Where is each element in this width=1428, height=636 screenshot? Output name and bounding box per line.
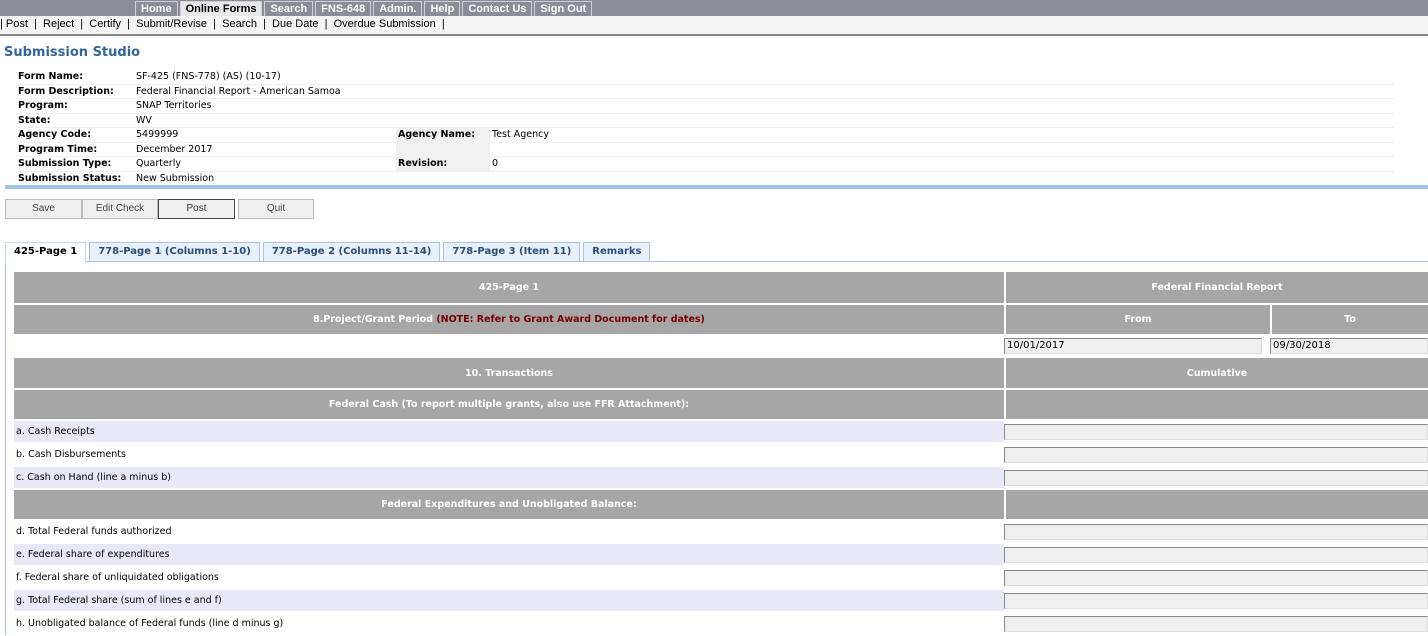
label: Submission Type:: [16, 156, 134, 172]
post-button[interactable]: Post: [158, 199, 235, 219]
row-label: h. Unobligated balance of Federal funds …: [16, 618, 284, 629]
row-label: f. Federal share of unliquidated obligat…: [16, 572, 219, 583]
save-button[interactable]: Save: [5, 199, 82, 219]
sub-nav[interactable]: | Post | Reject | Certify | Submit/Revis…: [0, 16, 1428, 36]
to-header: To: [1270, 305, 1428, 334]
tab-778-page-2[interactable]: 778-Page 2 (Columns 11-14): [262, 242, 441, 261]
unobligated-balance-input[interactable]: [1004, 615, 1428, 632]
nav-home[interactable]: Home: [135, 1, 178, 16]
from-date-input[interactable]: 10/01/2017: [1004, 338, 1262, 354]
label: Revision:: [396, 156, 490, 172]
cash-receipts-input[interactable]: [1004, 423, 1428, 440]
edit-check-button[interactable]: Edit Check: [82, 199, 158, 219]
label: Program Time:: [16, 142, 134, 157]
value: Federal Financial Report - American Samo…: [134, 84, 396, 99]
value: Quarterly: [134, 156, 396, 172]
share-expenditures-input[interactable]: [1004, 546, 1428, 563]
exp-section-header: Federal Expenditures and Unobligated Bal…: [14, 490, 1004, 519]
value: WV: [134, 113, 396, 128]
transactions-header: 10. Transactions: [14, 358, 1004, 388]
total-federal-share-input[interactable]: [1004, 592, 1428, 609]
row-label: e. Federal share of expenditures: [14, 544, 1004, 565]
tab-bar: 425-Page 1 778-Page 1 (Columns 1-10) 778…: [5, 242, 653, 263]
period-note: (NOTE: Refer to Grant Award Document for…: [436, 314, 705, 325]
tab-remarks[interactable]: Remarks: [583, 242, 651, 261]
tab-778-page-3[interactable]: 778-Page 3 (Item 11): [443, 242, 581, 261]
page-title: Submission Studio: [4, 45, 141, 60]
period-header: 8.Project/Grant Period (NOTE: Refer to G…: [14, 305, 1004, 334]
page-header: 425-Page 1: [14, 272, 1004, 303]
form-grid: 425-Page 1 Federal Financial Report 8.Pro…: [14, 270, 1428, 636]
submission-info: Form Name: SF-425 (FNS-778) (AS) (10-17) …: [16, 70, 1394, 186]
nav-admin[interactable]: Admin.: [373, 1, 423, 16]
unliquidated-obligations-input[interactable]: [1004, 569, 1428, 586]
label: Agency Name:: [396, 127, 490, 143]
nav-help[interactable]: Help: [424, 1, 461, 16]
value: SF-425 (FNS-778) (AS) (10-17): [134, 70, 396, 85]
report-header: Federal Financial Report: [1004, 272, 1428, 303]
value: New Submission: [134, 171, 396, 186]
funds-authorized-input[interactable]: [1004, 523, 1428, 540]
cash-disbursements-input[interactable]: [1004, 446, 1428, 463]
tab-778-page-1[interactable]: 778-Page 1 (Columns 1-10): [89, 242, 260, 261]
row-label: b. Cash Disbursements: [16, 449, 126, 460]
label: Form Name:: [16, 70, 134, 85]
label: Program:: [16, 98, 134, 114]
period-label: 8.Project/Grant Period: [313, 314, 433, 325]
row-label: g. Total Federal share (sum of lines e a…: [14, 590, 1004, 611]
value: 5499999: [134, 127, 396, 143]
tab-425-page-1[interactable]: 425-Page 1: [5, 242, 87, 263]
value: Test Agency: [490, 127, 1394, 143]
quit-button[interactable]: Quit: [238, 199, 314, 219]
row-label: c. Cash on Hand (line a minus b): [14, 467, 1004, 488]
label: Submission Status:: [16, 171, 134, 186]
top-nav: Home Online Forms Search FNS-648 Admin. …: [0, 0, 1428, 16]
row-label: a. Cash Receipts: [14, 421, 1004, 442]
value: December 2017: [134, 142, 396, 157]
value: 0: [490, 156, 1394, 172]
label: State:: [16, 113, 134, 128]
nav-search[interactable]: Search: [264, 1, 314, 16]
row-label: d. Total Federal funds authorized: [16, 526, 172, 537]
cumulative-header: Cumulative: [1004, 358, 1428, 388]
nav-fns-648[interactable]: FNS-648: [315, 1, 372, 16]
value: SNAP Territories: [134, 98, 396, 114]
nav-sign-out[interactable]: Sign Out: [534, 1, 593, 16]
from-header: From: [1004, 305, 1270, 334]
nav-online-forms[interactable]: Online Forms: [179, 1, 263, 16]
cash-section-header: Federal Cash (To report multiple grants,…: [14, 390, 1004, 419]
label: Form Description:: [16, 84, 134, 99]
divider: [5, 185, 1428, 189]
to-date-input[interactable]: 09/30/2018: [1270, 338, 1428, 354]
cash-on-hand-input[interactable]: [1004, 469, 1428, 486]
label: Agency Code:: [16, 127, 134, 143]
nav-contact-us[interactable]: Contact Us: [462, 1, 533, 16]
